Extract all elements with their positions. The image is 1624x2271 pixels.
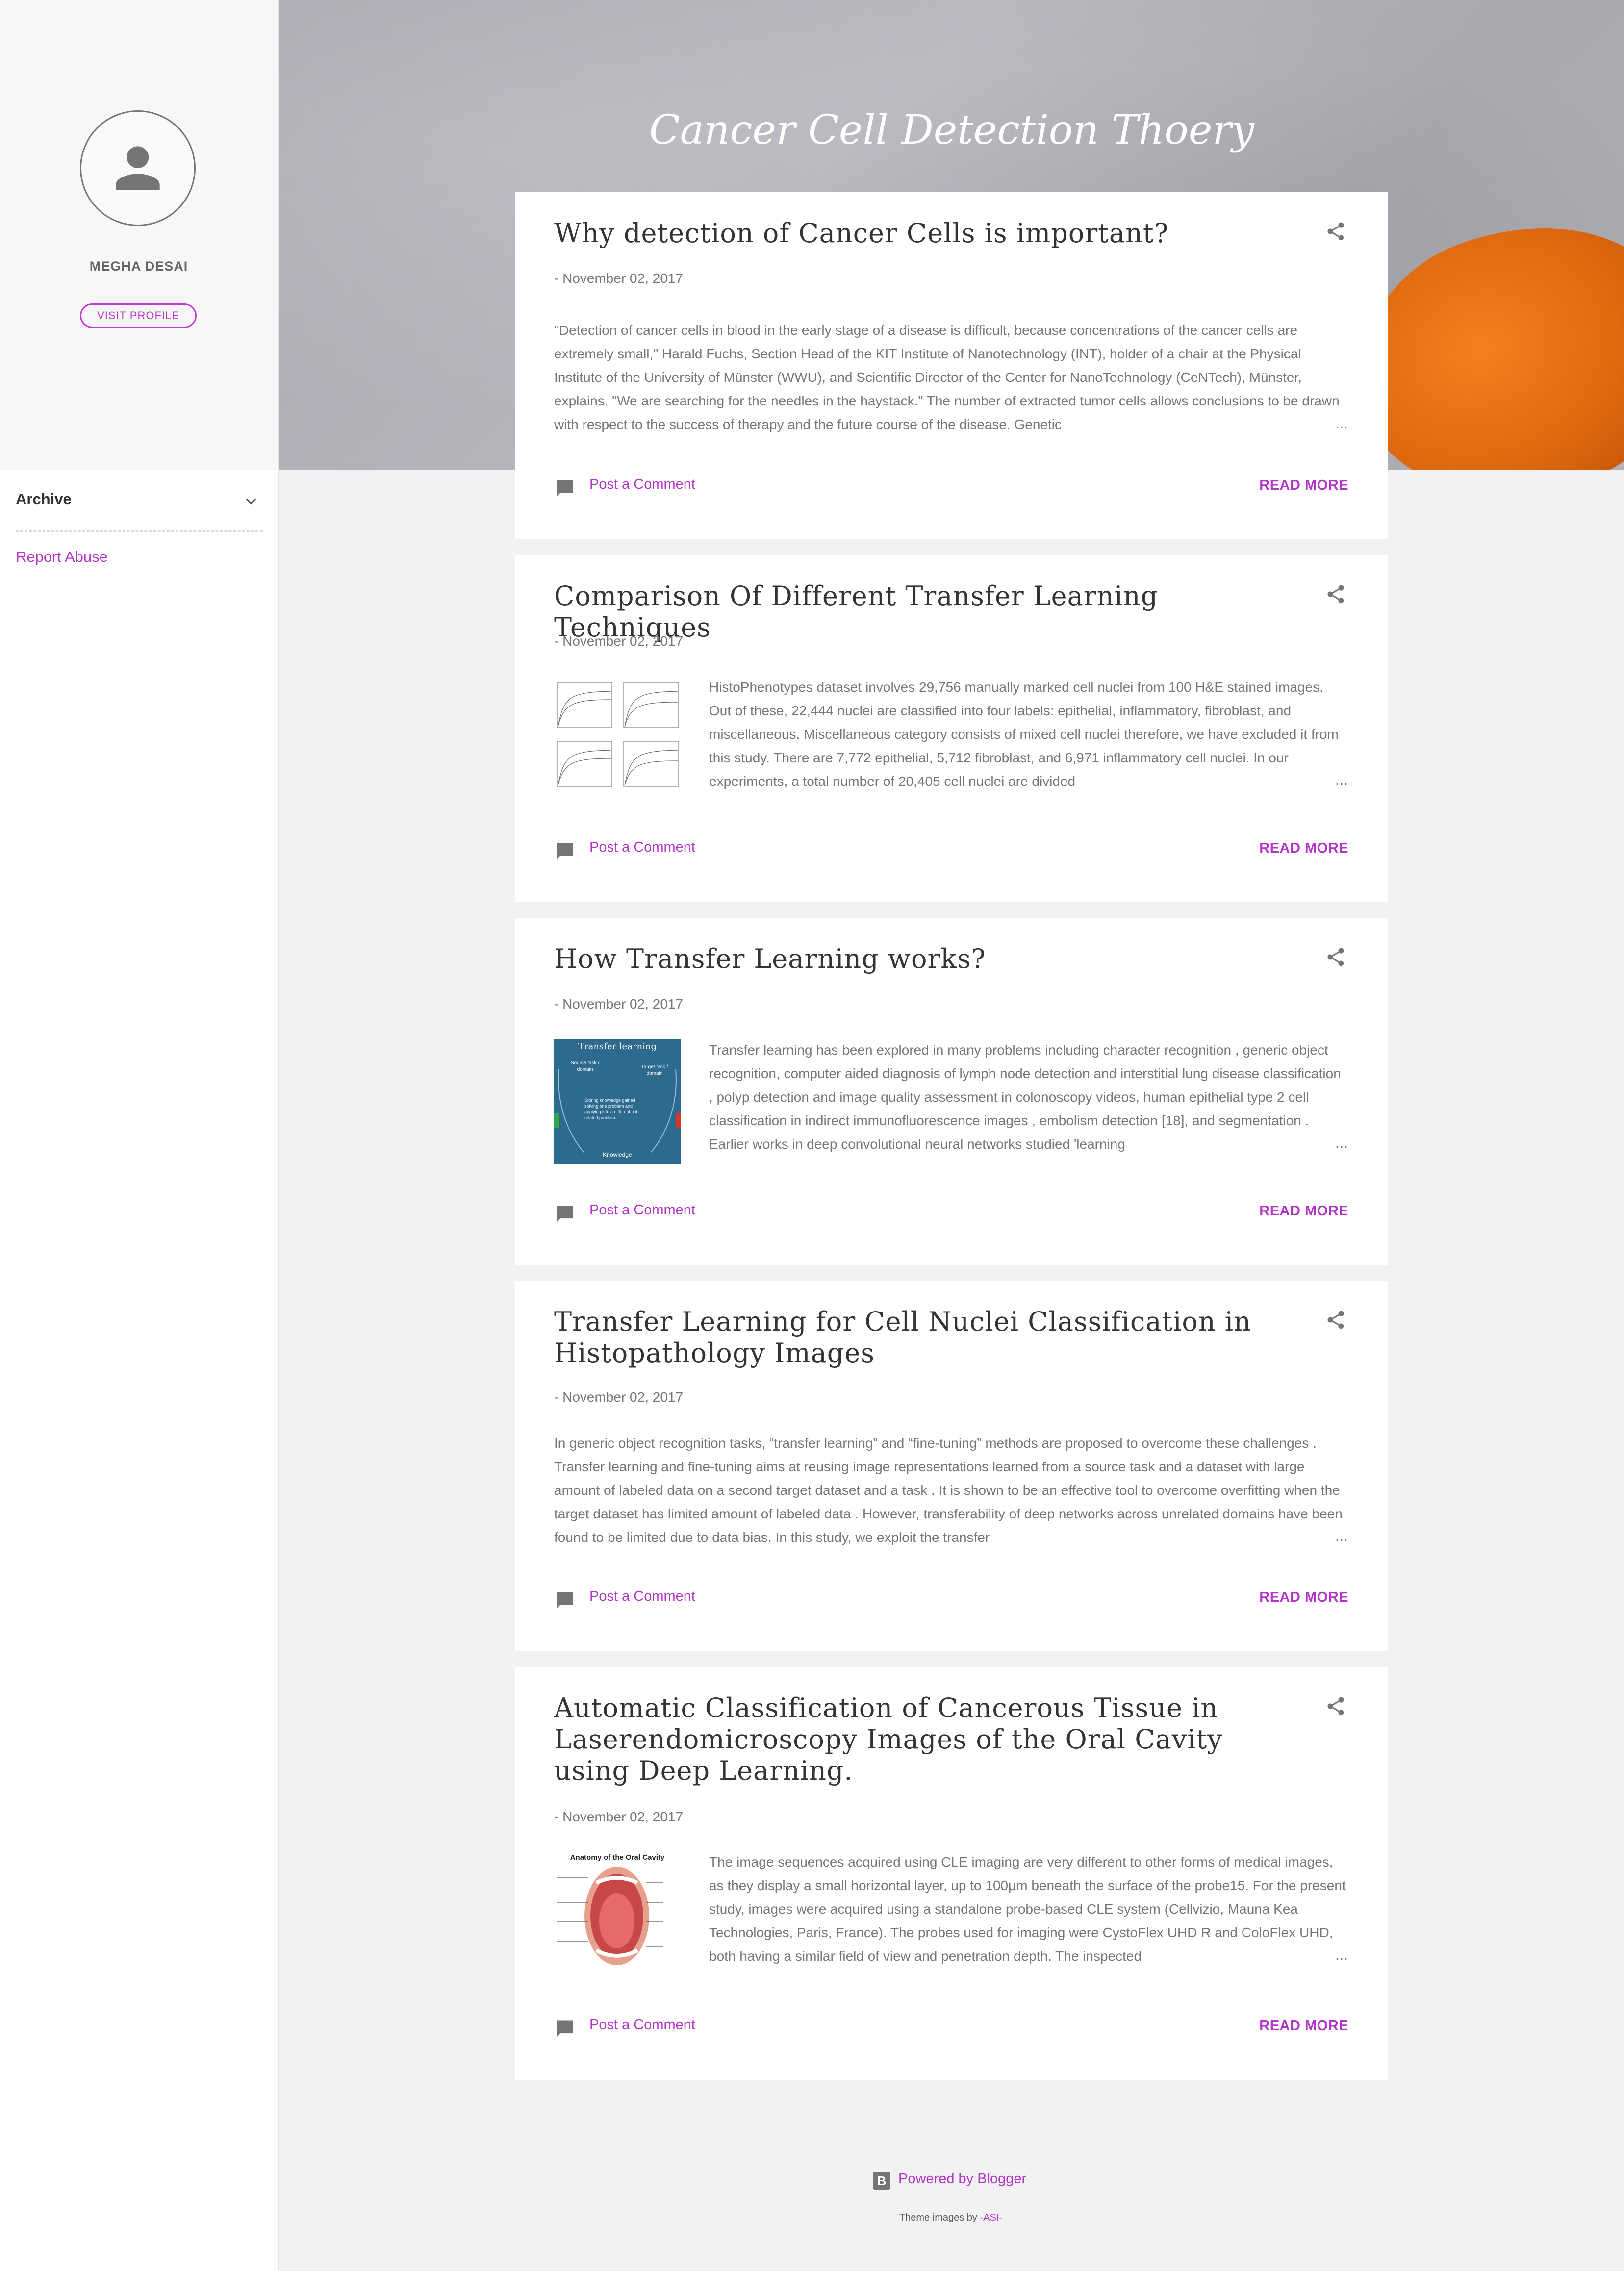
thumbnail-target: Target task / domain: [641, 1064, 668, 1076]
share-icon[interactable]: [1325, 221, 1346, 242]
post-thumbnail[interactable]: Anatomy of the Oral Cavity: [554, 1851, 681, 1976]
post-card: Comparison Of Different Transfer Learnin…: [515, 555, 1388, 902]
post-comment-label: Post a Comment: [589, 1589, 695, 1604]
read-more-link[interactable]: READ MORE: [1259, 1203, 1348, 1219]
powered-by-label: Powered by Blogger: [898, 2171, 1027, 2187]
snippet-ellipsis: …: [1295, 1947, 1348, 1963]
post-card: How Transfer Learning works? - November …: [515, 918, 1388, 1265]
thumbnail-knowledge: Knowledge: [603, 1151, 632, 1158]
share-icon[interactable]: [1325, 1309, 1346, 1331]
post-snippet: The image sequences acquired using CLE i…: [709, 1854, 1346, 1964]
person-icon: [116, 146, 160, 190]
comment-icon: [557, 2020, 573, 2037]
read-more-link[interactable]: READ MORE: [1259, 840, 1348, 857]
post-comment-label: Post a Comment: [589, 839, 695, 855]
read-more-link[interactable]: READ MORE: [1259, 2018, 1348, 2034]
post-date[interactable]: - November 02, 2017: [554, 633, 683, 649]
thumbnail-body: Storing knowledge gained solving one pro…: [584, 1098, 637, 1120]
thumbnail-title: Anatomy of the Oral Cavity: [570, 1853, 665, 1862]
snippet-ellipsis: …: [1295, 1529, 1348, 1544]
post-thumbnail[interactable]: Transfer learning Source task / domain T…: [554, 1039, 681, 1164]
sidebar: MEGHA DESAI VISIT PROFILE Archive Report…: [0, 0, 279, 2271]
comment-icon: [557, 480, 573, 497]
blogger-icon: B: [873, 2172, 890, 2190]
chevron-down-icon[interactable]: [242, 492, 260, 510]
post-card: Automatic Classification of Cancerous Ti…: [515, 1667, 1388, 2080]
theme-attribution: Theme images by -ASI-: [0, 2212, 1624, 2223]
read-more-link[interactable]: READ MORE: [1259, 478, 1348, 494]
archive-widget[interactable]: Archive: [16, 485, 263, 532]
profile-name: MEGHA DESAI: [89, 259, 188, 274]
snippet-ellipsis: …: [1295, 1136, 1348, 1151]
oral-cavity-thumbnail: [557, 1867, 663, 1965]
post-date[interactable]: - November 02, 2017: [554, 1809, 683, 1825]
archive-label: Archive: [16, 490, 72, 507]
share-icon[interactable]: [1325, 1695, 1346, 1717]
comment-icon: [557, 843, 573, 859]
thumbnail-title: Transfer learning: [578, 1041, 657, 1052]
post-title[interactable]: Transfer Learning for Cell Nuclei Classi…: [554, 1306, 1290, 1369]
avatar[interactable]: [80, 110, 196, 226]
share-icon[interactable]: [1325, 946, 1346, 968]
snippet-ellipsis: …: [1295, 773, 1348, 788]
blog-title[interactable]: Cancer Cell Detection Thoery: [279, 107, 1624, 153]
comment-icon: [557, 1592, 573, 1609]
visit-profile-button[interactable]: VISIT PROFILE: [80, 303, 197, 328]
post-thumbnail[interactable]: [554, 678, 681, 802]
post-date[interactable]: - November 02, 2017: [554, 1389, 683, 1405]
post-title[interactable]: Automatic Classification of Cancerous Ti…: [554, 1692, 1290, 1787]
theme-attribution-prefix: Theme images by: [899, 2212, 977, 2223]
post-comment-label: Post a Comment: [589, 2017, 695, 2033]
post-snippet: Transfer learning has been explored in m…: [709, 1042, 1341, 1152]
report-abuse-link[interactable]: Report Abuse: [16, 548, 108, 566]
thumbnail-source: Source task / domain: [570, 1060, 600, 1072]
post-comment-label: Post a Comment: [589, 1202, 695, 1218]
snippet-ellipsis: …: [1295, 416, 1348, 431]
post-title[interactable]: Why detection of Cancer Cells is importa…: [554, 218, 1290, 249]
post-card: Transfer Learning for Cell Nuclei Classi…: [515, 1281, 1388, 1651]
post-title[interactable]: How Transfer Learning works?: [554, 943, 1290, 975]
share-icon[interactable]: [1325, 583, 1346, 605]
post-snippet: HistoPhenotypes dataset involves 29,756 …: [709, 680, 1339, 789]
post-date[interactable]: - November 02, 2017: [554, 271, 683, 286]
theme-author-link[interactable]: -ASI-: [980, 2212, 1002, 2223]
post-date[interactable]: - November 02, 2017: [554, 996, 683, 1012]
post-snippet: "Detection of cancer cells in blood in t…: [554, 323, 1340, 432]
learning-curves-thumbnail: [557, 682, 679, 787]
read-more-link[interactable]: READ MORE: [1259, 1590, 1348, 1606]
post-snippet: In generic object recognition tasks, “tr…: [554, 1436, 1343, 1545]
profile-panel: MEGHA DESAI VISIT PROFILE: [0, 0, 278, 470]
comment-icon: [557, 1206, 573, 1222]
post-comment-label: Post a Comment: [589, 477, 695, 492]
post-card: Why detection of Cancer Cells is importa…: [515, 192, 1388, 539]
